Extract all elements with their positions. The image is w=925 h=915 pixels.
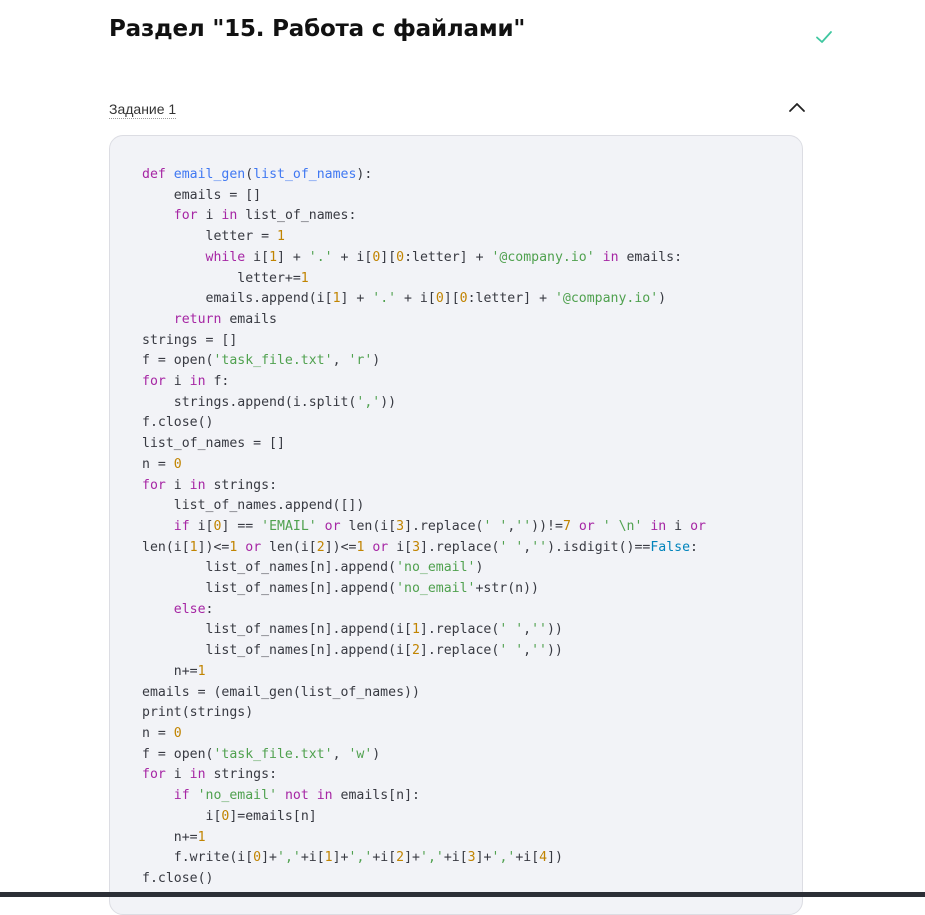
code-line: if 'no_email' not in emails[n]: <box>173 788 420 804</box>
code-line: for i in list_of_names: <box>173 208 357 224</box>
code-line: i[0]=emails[n] <box>142 808 317 824</box>
code-line: return emails <box>173 311 277 327</box>
code-line: strings.append(i.split(',')) <box>142 394 397 410</box>
task-label[interactable]: Задание 1 <box>109 101 177 119</box>
code-line: list_of_names[n].append('no_email') <box>142 560 484 576</box>
code-content[interactable]: def email_gen(list_of_names): emails = [… <box>142 165 706 890</box>
code-line: list_of_names[n].append(i[1].replace(' '… <box>142 622 563 638</box>
code-line: for i in strings: <box>142 477 278 493</box>
check-icon <box>816 31 832 43</box>
chevron-up-icon[interactable] <box>788 100 806 114</box>
code-line: print(strings) <box>142 705 254 721</box>
code-line: list_of_names = [] <box>142 436 285 452</box>
task-header[interactable]: Задание 1 <box>109 99 805 123</box>
code-line: list_of_names[n].append(i[2].replace(' '… <box>142 643 563 659</box>
bottom-bar <box>0 892 925 897</box>
code-line: def email_gen(list_of_names): <box>142 167 373 182</box>
code-line: f = open('task_file.txt', 'w') <box>142 746 381 762</box>
code-line: f.close() <box>142 415 214 431</box>
code-block: def email_gen(list_of_names): emails = [… <box>109 135 803 915</box>
code-line: letter+=1 <box>142 270 309 286</box>
code-line: n = 0 <box>142 725 182 741</box>
code-line: for i in strings: <box>142 767 278 783</box>
code-line: for i in f: <box>142 374 230 390</box>
code-line: if i[0] == 'EMAIL' or len(i[3].replace('… <box>173 518 706 534</box>
code-line: emails.append(i[1] + '.' + i[0][0:letter… <box>142 291 667 307</box>
code-line: f.write(i[0]+','+i[1]+','+i[2]+','+i[3]+… <box>142 850 563 866</box>
code-line: n = 0 <box>142 456 182 472</box>
page-title: Раздел "15. Работа с файлами" <box>109 16 526 42</box>
code-line: list_of_names.append([]) <box>142 498 365 514</box>
code-line: list_of_names[n].append('no_email'+str(n… <box>142 581 540 597</box>
code-line: letter = 1 <box>142 229 285 245</box>
code-line: n+=1 <box>142 663 206 679</box>
code-line: n+=1 <box>142 829 206 845</box>
code-line: emails = (email_gen(list_of_names)) <box>142 684 420 700</box>
code-line: emails = [] <box>142 187 262 203</box>
code-line: len(i[1])<=1 or len(i[2])<=1 or i[3].rep… <box>142 539 698 555</box>
code-line: strings = [] <box>142 332 238 348</box>
code-line: f = open('task_file.txt', 'r') <box>142 353 381 369</box>
code-line: f.close() <box>142 870 214 886</box>
code-line: while i[1] + '.' + i[0][0:letter] + '@co… <box>205 249 683 265</box>
code-line: else: <box>173 601 214 617</box>
